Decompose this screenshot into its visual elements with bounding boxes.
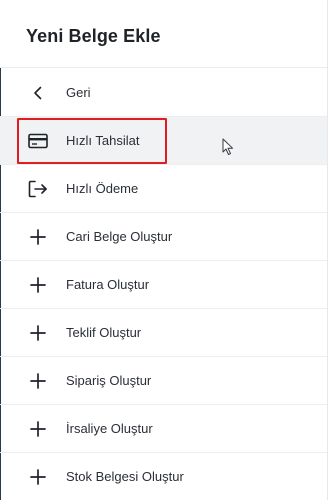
plus-icon (27, 274, 49, 296)
mouse-pointer-icon (222, 138, 234, 156)
menu-item-label: Hızlı Tahsilat (66, 133, 140, 148)
plus-icon (27, 466, 49, 488)
menu-item-create-order[interactable]: Sipariş Oluştur (0, 357, 327, 405)
menu-item-back[interactable]: Geri (0, 69, 327, 117)
panel-header: Yeni Belge Ekle (0, 0, 327, 68)
menu-item-label: Geri (66, 85, 91, 100)
credit-card-icon (27, 130, 49, 152)
menu-item-quick-payment[interactable]: Hızlı Ödeme (0, 165, 327, 213)
menu-item-label: Fatura Oluştur (66, 277, 150, 292)
menu-item-label: Sipariş Oluştur (66, 373, 152, 388)
menu-item-create-stock-document[interactable]: Stok Belgesi Oluştur (0, 453, 327, 500)
menu-item-create-waybill[interactable]: İrsaliye Oluştur (0, 405, 327, 453)
plus-icon (27, 226, 49, 248)
plus-icon (27, 322, 49, 344)
menu-item-label: İrsaliye Oluştur (66, 421, 153, 436)
menu-item-label: Cari Belge Oluştur (66, 229, 173, 244)
menu-item-label: Teklif Oluştur (66, 325, 142, 340)
chevron-left-icon (27, 82, 49, 104)
plus-icon (27, 370, 49, 392)
menu-list: Geri Hızlı Tahsilat Hızlı Ödeme Cari Bel… (0, 69, 327, 500)
menu-item-create-quote[interactable]: Teklif Oluştur (0, 309, 327, 357)
plus-icon (27, 418, 49, 440)
menu-item-label: Stok Belgesi Oluştur (66, 469, 184, 484)
page-title: Yeni Belge Ekle (26, 26, 161, 46)
logout-icon (27, 178, 49, 200)
new-document-panel: Yeni Belge Ekle Geri Hızlı Tahsilat Hızl… (0, 0, 328, 500)
menu-item-quick-collection[interactable]: Hızlı Tahsilat (0, 117, 327, 165)
menu-item-create-invoice[interactable]: Fatura Oluştur (0, 261, 327, 309)
menu-item-create-account-document[interactable]: Cari Belge Oluştur (0, 213, 327, 261)
menu-item-label: Hızlı Ödeme (66, 181, 139, 196)
